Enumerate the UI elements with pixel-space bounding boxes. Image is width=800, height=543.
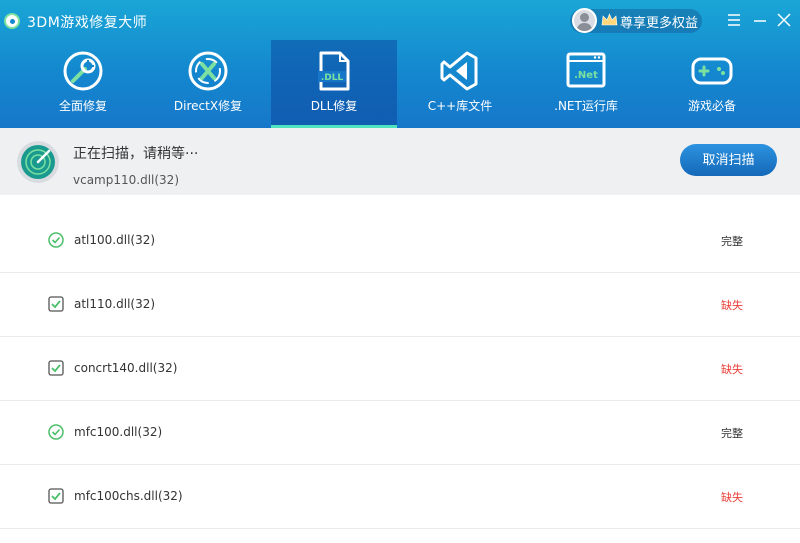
status-badge: 缺失 xyxy=(721,363,743,376)
radar-scan-icon xyxy=(17,141,59,183)
tab-cpp-libraries[interactable]: C++库文件 xyxy=(397,40,523,128)
dll-name: mfc100chs.dll(32) xyxy=(74,489,183,503)
checkbox-checked-icon[interactable] xyxy=(48,360,64,376)
app-logo-icon xyxy=(4,13,20,29)
gamepad-icon xyxy=(691,57,733,85)
dll-name: concrt140.dll(32) xyxy=(74,361,178,375)
tab-label: DirectX修复 xyxy=(173,99,243,113)
tab-label: 游戏必备 xyxy=(687,99,736,113)
status-badge: 完整 xyxy=(721,235,743,248)
minimize-icon[interactable] xyxy=(752,12,768,28)
tab-label: C++库文件 xyxy=(427,99,493,113)
check-circle-icon xyxy=(48,424,64,440)
dll-name: atl110.dll(32) xyxy=(74,297,156,311)
tab-full-repair[interactable]: 全面修复 xyxy=(20,40,146,128)
check-circle-icon xyxy=(48,232,64,248)
title-bar: 3DM游戏修复大师 尊享更多权益 xyxy=(0,0,800,40)
dll-name: mfc100.dll(32) xyxy=(74,425,163,439)
tab-label: 全面修复 xyxy=(58,99,107,113)
dll-name: atl100.dll(32) xyxy=(74,233,156,247)
dll-file-icon: .DLL xyxy=(318,51,350,91)
directx-icon xyxy=(188,51,228,91)
svg-text:.Net: .Net xyxy=(574,70,598,81)
scan-current-file: vcamp110.dll(32) xyxy=(73,173,179,187)
menu-icon[interactable] xyxy=(726,12,742,28)
list-item: atl110.dll(32) 缺失 xyxy=(0,273,800,337)
vip-benefits-link[interactable]: 尊享更多权益 xyxy=(620,12,698,31)
wrench-repair-icon xyxy=(63,51,103,91)
svg-text:.DLL: .DLL xyxy=(321,73,344,83)
scan-progress-bar: 正在扫描，请稍等··· vcamp110.dll(32) 取消扫描 xyxy=(0,128,800,195)
list-item: atl100.dll(32) 完整 xyxy=(0,209,800,273)
dotnet-window-icon: .Net xyxy=(566,52,606,88)
list-item: concrt140.dll(32) 缺失 xyxy=(0,337,800,401)
tab-dotnet-runtime[interactable]: .Net .NET运行库 xyxy=(523,40,649,128)
tab-label: DLL修复 xyxy=(310,99,358,113)
dll-file-list: atl100.dll(32) 完整 atl110.dll(32) 缺失 conc… xyxy=(0,195,800,543)
checkbox-checked-icon[interactable] xyxy=(48,296,64,312)
tab-label: .NET运行库 xyxy=(554,99,618,113)
tab-dll-repair[interactable]: .DLL DLL修复 xyxy=(271,40,397,128)
visual-cpp-icon xyxy=(440,51,478,91)
scan-status-text: 正在扫描，请稍等··· xyxy=(73,146,199,162)
status-badge: 缺失 xyxy=(721,491,743,504)
crown-icon xyxy=(601,13,618,26)
tab-game-essentials[interactable]: 游戏必备 xyxy=(649,40,775,128)
close-icon[interactable] xyxy=(776,12,792,28)
user-avatar[interactable] xyxy=(572,8,597,33)
status-badge: 完整 xyxy=(721,427,743,440)
checkbox-checked-icon[interactable] xyxy=(48,488,64,504)
cancel-scan-button[interactable]: 取消扫描 xyxy=(680,144,777,176)
app-header: 3DM游戏修复大师 尊享更多权益 全面修复 DirectX修复 .DLL DLL… xyxy=(0,0,800,128)
list-item: mfc100chs.dll(32) 缺失 xyxy=(0,465,800,529)
list-item: mfc100.dll(32) 完整 xyxy=(0,401,800,465)
app-title: 3DM游戏修复大师 xyxy=(27,15,148,31)
tab-directx[interactable]: DirectX修复 xyxy=(145,40,271,128)
status-badge: 缺失 xyxy=(721,299,743,312)
